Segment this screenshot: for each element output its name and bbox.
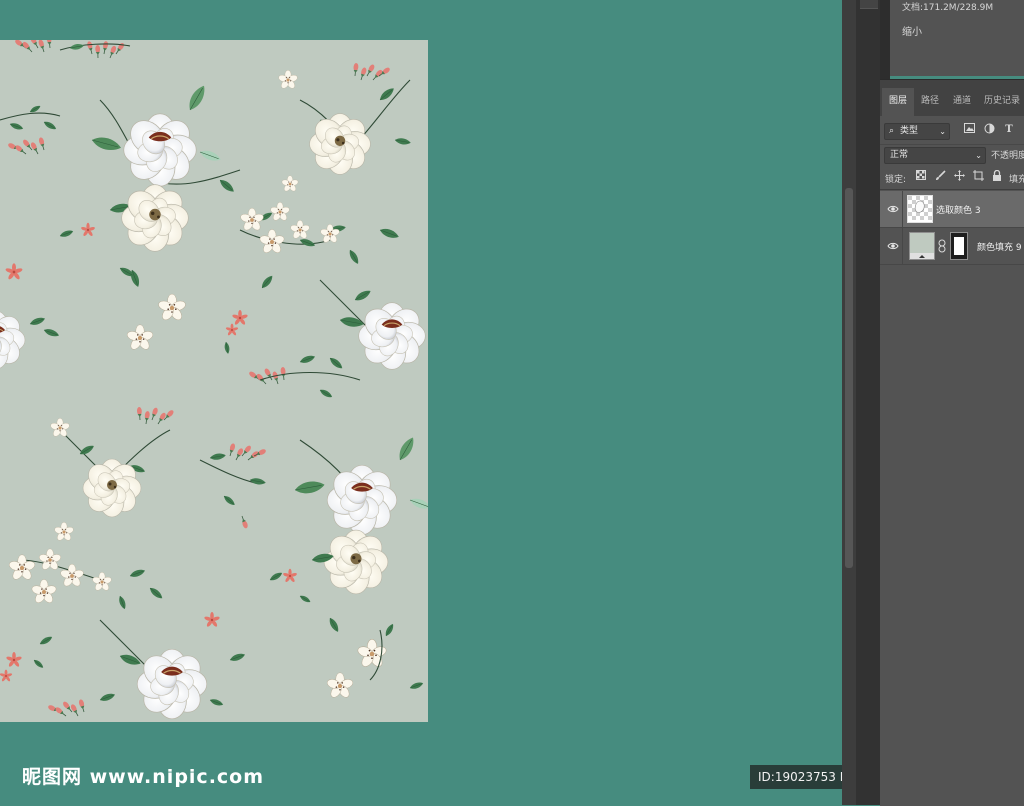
lock-move-icon[interactable] xyxy=(952,170,966,184)
layers-panel: 图层 路径 通道 历史记录 ⌕ 类型 ⌄ T 正常 ⌄ 不透明度 锁定: 填充 … xyxy=(880,79,1024,806)
fill-layer-thumbnail[interactable] xyxy=(909,232,935,260)
lock-all-icon[interactable] xyxy=(990,169,1004,184)
blend-mode-value: 正常 xyxy=(890,150,909,160)
tab-paths[interactable]: 路径 xyxy=(914,88,946,116)
tab-history[interactable]: 历史记录 xyxy=(980,88,1024,116)
floral-pattern xyxy=(0,40,428,720)
layer-thumbnail-icon xyxy=(908,196,932,222)
lock-paint-icon[interactable] xyxy=(933,170,947,184)
divider xyxy=(880,189,1024,190)
eye-icon[interactable] xyxy=(887,240,899,252)
chevron-down-icon: ⌄ xyxy=(939,127,946,136)
fill-swatch-icon xyxy=(910,233,934,259)
tab-layers[interactable]: 图层 xyxy=(882,88,914,116)
filter-type-label: 类型 xyxy=(900,126,919,136)
image-filter-icon[interactable] xyxy=(962,123,976,137)
fill-label: 填充 xyxy=(1009,175,1024,185)
lock-artboard-icon[interactable] xyxy=(971,170,985,184)
layer-name[interactable]: 选取颜色 3 xyxy=(936,203,981,216)
info-panel: 文档:171.2M/228.9M 缩小 xyxy=(890,0,1024,76)
opacity-label: 不透明度 xyxy=(991,151,1024,161)
layer-mask-thumbnail[interactable] xyxy=(950,232,968,260)
panel-icon-strip xyxy=(856,0,880,805)
watermark-logo: 昵图网 www.nipic.com xyxy=(22,766,265,788)
mask-icon xyxy=(954,237,964,255)
adjustment-layer-thumbnail[interactable] xyxy=(907,195,933,223)
chevron-down-icon: ⌄ xyxy=(975,151,982,160)
link-chain-icon[interactable] xyxy=(938,239,946,253)
tab-channels[interactable]: 通道 xyxy=(946,88,978,116)
canvas-vertical-scrollbar[interactable] xyxy=(842,0,856,805)
photoshop-workspace: 昵图网 www.nipic.com ID:19023753 NO:2025042… xyxy=(0,0,1024,806)
document-canvas[interactable] xyxy=(0,40,428,722)
layer-row-selective-color[interactable]: 选取颜色 3 xyxy=(880,191,1024,228)
layer-filter-select[interactable]: ⌕ 类型 ⌄ xyxy=(884,123,950,140)
scrollbar-thumb[interactable] xyxy=(845,188,853,568)
panel-tab-bar: 图层 路径 通道 历史记录 xyxy=(880,80,1024,116)
blend-mode-select[interactable]: 正常 ⌄ xyxy=(884,147,986,164)
lock-label: 锁定: xyxy=(885,175,907,185)
text-filter-icon[interactable]: T xyxy=(1002,123,1016,137)
search-icon: ⌕ xyxy=(889,126,895,136)
layer-row-color-fill[interactable]: 颜色填充 9 xyxy=(880,228,1024,265)
lock-transparent-icon[interactable] xyxy=(914,170,928,184)
divider xyxy=(902,228,903,264)
eye-icon[interactable] xyxy=(887,203,899,215)
adjustment-filter-icon[interactable] xyxy=(982,123,996,137)
divider xyxy=(902,191,903,227)
document-size-label: 文档:171.2M/228.9M xyxy=(902,3,994,13)
divider xyxy=(880,144,1024,145)
zoom-label: 缩小 xyxy=(902,27,922,38)
collapse-panels-button[interactable] xyxy=(860,0,878,9)
layer-name[interactable]: 颜色填充 9 xyxy=(977,240,1022,253)
